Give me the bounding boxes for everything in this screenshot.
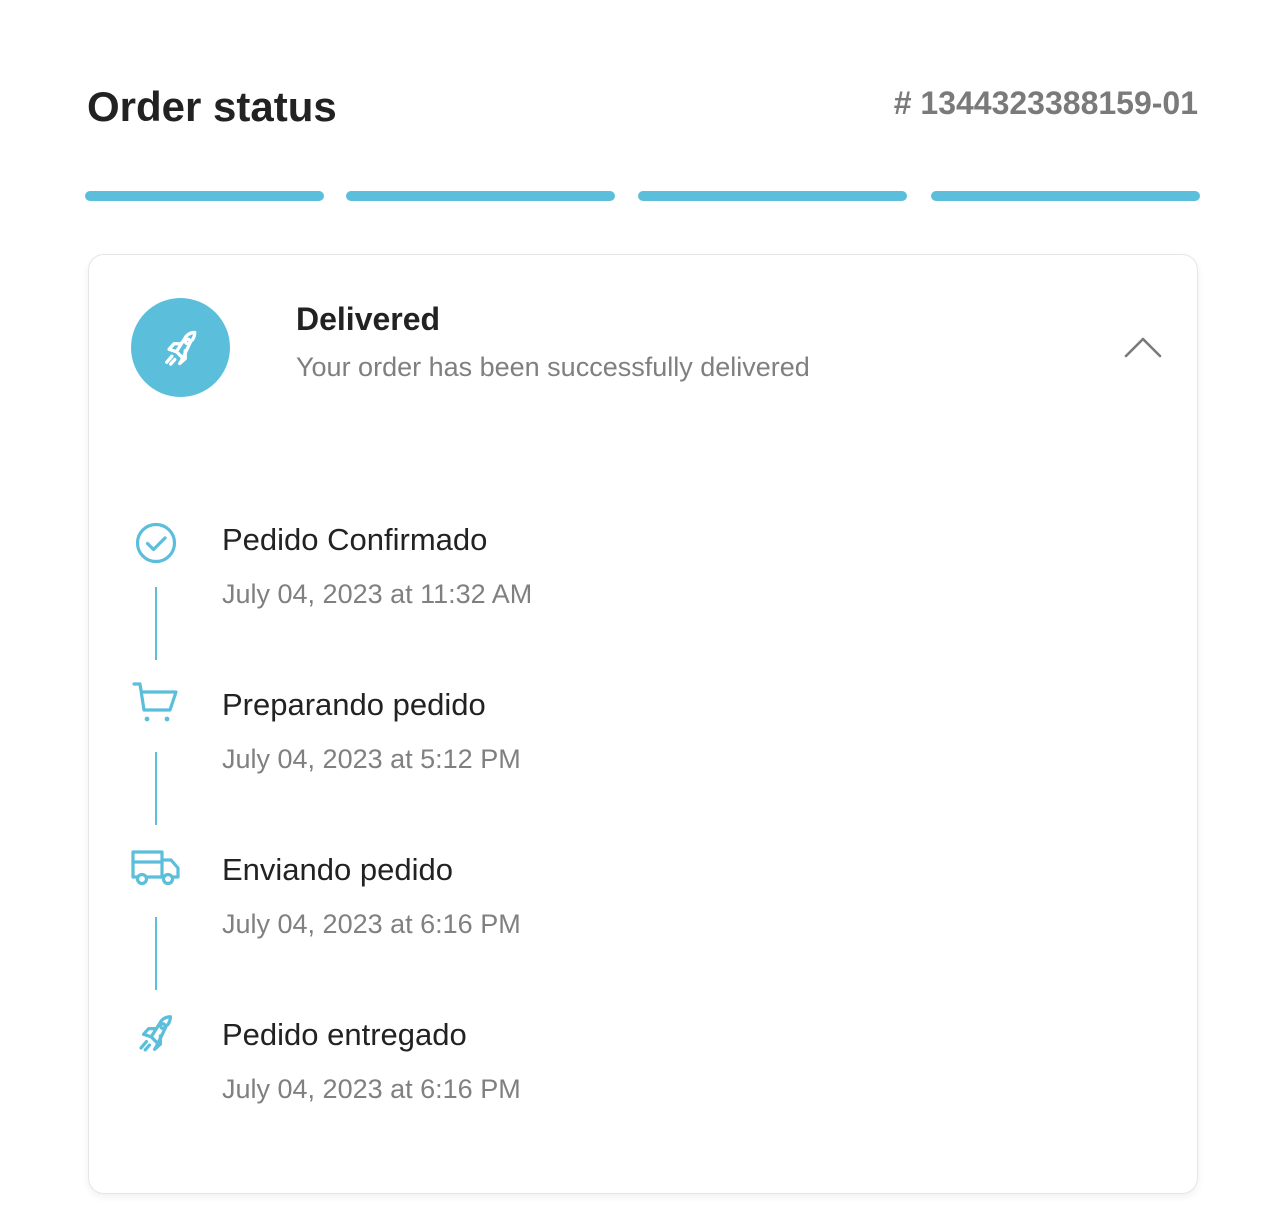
- step-label: Enviando pedido: [222, 852, 453, 887]
- step-icon: [131, 845, 181, 891]
- order-status-page: Order status # 1344323388159-01 Delivere…: [0, 0, 1274, 1205]
- step-icon: [131, 1010, 181, 1056]
- status-card: Delivered Your order has been successful…: [88, 254, 1198, 1194]
- step-icon: [131, 521, 181, 567]
- timeline-step: Pedido Confirmado July 04, 2023 at 11:32…: [89, 521, 1197, 641]
- step-time: July 04, 2023 at 6:16 PM: [222, 1074, 521, 1104]
- timeline-step: Preparando pedido July 04, 2023 at 5:12 …: [89, 682, 1197, 806]
- step-time: July 04, 2023 at 5:12 PM: [222, 744, 521, 774]
- step-icon: [131, 680, 181, 726]
- collapse-toggle-button[interactable]: [1119, 327, 1167, 367]
- step-label: Pedido Confirmado: [222, 522, 488, 557]
- status-subtitle: Your order has been successfully deliver…: [296, 352, 810, 382]
- progress-segment-2: [346, 191, 615, 201]
- page-title: Order status: [87, 83, 337, 130]
- progress-bar: [0, 191, 1274, 201]
- step-time: July 04, 2023 at 11:32 AM: [222, 579, 533, 609]
- rocket-icon: [139, 1015, 173, 1052]
- progress-segment-1: [85, 191, 324, 201]
- step-time: July 04, 2023 at 6:16 PM: [222, 909, 521, 939]
- status-title: Delivered: [296, 301, 441, 337]
- rocket-icon: [164, 330, 196, 366]
- timeline-step: Pedido entregado July 04, 2023 at 6:16 P…: [89, 1015, 1197, 1136]
- step-label: Preparando pedido: [222, 687, 486, 722]
- step-label: Pedido entregado: [222, 1017, 467, 1052]
- timeline-connector: [155, 752, 157, 825]
- order-number: # 1344323388159-01: [893, 85, 1198, 121]
- timeline-connector: [155, 587, 157, 660]
- timeline-connector: [155, 917, 157, 990]
- truck-icon: [131, 850, 180, 886]
- chevron-up-icon: [1124, 337, 1162, 358]
- progress-segment-4: [931, 191, 1200, 201]
- timeline-step: Enviando pedido July 04, 2023 at 6:16 PM: [89, 850, 1197, 971]
- progress-segment-3: [638, 191, 907, 201]
- status-icon-circle: [131, 298, 230, 397]
- check-circle-icon: [135, 522, 177, 564]
- cart-icon: [132, 682, 178, 722]
